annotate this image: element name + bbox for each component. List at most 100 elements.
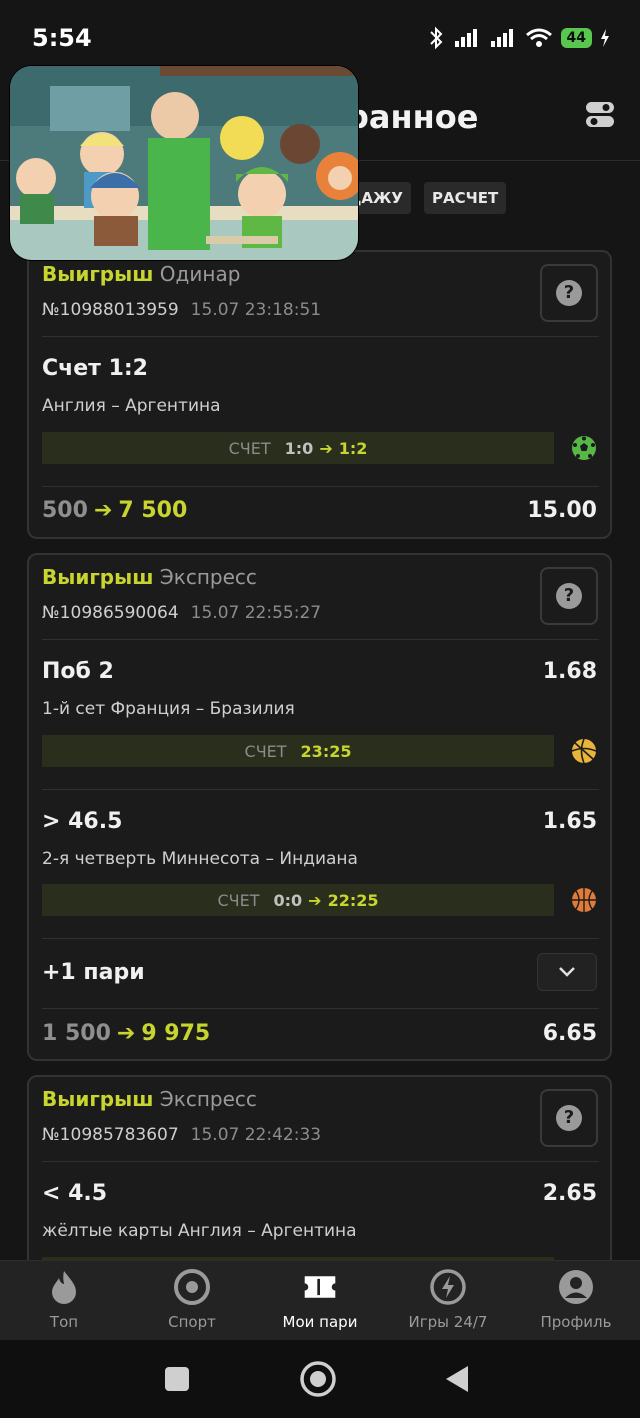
bet-card: Выигрыш Экспресс №10985783607 15.07 22:42… <box>27 1075 612 1289</box>
volleyball-icon <box>571 738 597 764</box>
help-button[interactable]: ? <box>540 264 598 322</box>
pick-title: < 4.5 <box>42 1181 108 1206</box>
payout-amount: 7 500 <box>118 498 188 523</box>
wifi-icon <box>525 28 552 47</box>
score-after: 22:25 <box>327 890 379 910</box>
bet-card: Выигрыш Экспресс №10986590064 15.07 22:55… <box>27 553 612 1061</box>
help-icon: ? <box>556 1105 582 1131</box>
pick-odds: 1.68 <box>542 659 597 684</box>
battery-level: 44 <box>560 28 592 48</box>
score-before: 1:0 <box>284 438 314 458</box>
bet-result: Выигрыш <box>42 1087 154 1111</box>
divider <box>42 336 599 337</box>
score-after: 1:2 <box>338 438 368 458</box>
arrow-icon: ➔ <box>319 438 333 458</box>
pick-title: > 46.5 <box>42 809 123 834</box>
bet-id-row: №10988013959 15.07 23:18:51 <box>42 300 600 320</box>
nav-label: Игры 24/7 <box>408 1313 488 1331</box>
help-button[interactable]: ? <box>540 567 598 625</box>
status-time: 5:54 <box>32 24 92 52</box>
system-nav-bar <box>0 1340 640 1418</box>
bet-datetime: 15.07 22:55:27 <box>190 603 322 623</box>
bet-number: №10988013959 <box>42 300 179 320</box>
nav-item-my-bets[interactable]: Мои пари <box>256 1261 384 1341</box>
bet-result: Выигрыш <box>42 565 154 589</box>
score-before: 0:0 <box>273 890 303 910</box>
stake-amount: 500 <box>42 498 88 523</box>
signal-icon <box>454 29 477 47</box>
more-picks-label[interactable]: +1 пари <box>42 960 145 985</box>
divider <box>42 639 599 640</box>
recents-icon[interactable] <box>164 1366 190 1392</box>
pick-match: жёлтые карты Англия – Аргентина <box>42 1221 357 1241</box>
flame-icon <box>46 1269 82 1305</box>
bet-status: Выигрыш Экспресс <box>42 565 600 589</box>
video-frame <box>10 66 358 260</box>
bet-id-row: №10985783607 15.07 22:42:33 <box>42 1125 600 1145</box>
score-after: 23:25 <box>300 741 352 761</box>
pick-odds: 2.65 <box>542 1181 597 1206</box>
bet-number: №10985783607 <box>42 1125 179 1145</box>
page-title: ранное <box>346 98 479 136</box>
arrow-icon: ➔ <box>308 890 322 910</box>
score-bar: СЧЕТ 23:25 <box>42 735 554 767</box>
nav-item-top[interactable]: Топ <box>0 1261 128 1341</box>
filter-chip-settled[interactable]: РАСЧЕТ <box>424 182 507 214</box>
stake-row: 1 500 ➔ 9 975 <box>42 1021 210 1046</box>
bluetooth-icon <box>429 26 442 50</box>
nav-label: Мои пари <box>282 1313 358 1331</box>
divider <box>42 1008 599 1009</box>
arrow-icon: ➔ <box>116 1021 136 1046</box>
bet-card: Выигрыш Одинар №10988013959 15.07 23:18:5… <box>27 250 612 539</box>
pick-match: 1-й сет Франция – Бразилия <box>42 699 295 719</box>
pick-match: Англия – Аргентина <box>42 396 221 416</box>
bottom-nav: Топ Спорт Мои пари Игры 24/7 Профиль <box>0 1260 640 1341</box>
nav-label: Спорт <box>168 1313 216 1331</box>
bet-type: Экспресс <box>159 565 257 589</box>
chevron-down-icon <box>559 967 575 977</box>
ticket-icon <box>302 1269 338 1305</box>
nav-item-profile[interactable]: Профиль <box>512 1261 640 1341</box>
help-icon: ? <box>556 583 582 609</box>
bet-type: Одинар <box>159 262 241 286</box>
status-icons: 44 <box>427 26 610 50</box>
bet-number: №10986590064 <box>42 603 179 623</box>
charging-icon <box>601 29 609 47</box>
divider <box>42 486 599 487</box>
signal-icon-2 <box>490 29 513 47</box>
nav-item-sport[interactable]: Спорт <box>128 1261 256 1341</box>
basketball-icon <box>572 888 596 912</box>
arrow-icon: ➔ <box>93 498 113 523</box>
bet-datetime: 15.07 22:42:33 <box>190 1125 322 1145</box>
help-icon: ? <box>556 280 582 306</box>
lightning-icon <box>430 1269 466 1305</box>
nav-label: Профиль <box>540 1313 612 1331</box>
nav-label: Топ <box>49 1313 79 1331</box>
picture-in-picture-video[interactable] <box>10 66 358 260</box>
nav-item-games[interactable]: Игры 24/7 <box>384 1261 512 1341</box>
score-bar: СЧЕТ 0:0 ➔ 22:25 <box>42 884 554 916</box>
total-odds: 15.00 <box>527 498 597 523</box>
bet-datetime: 15.07 23:18:51 <box>190 300 322 320</box>
bet-status: Выигрыш Экспресс <box>42 1087 600 1111</box>
pick-title: Поб 2 <box>42 659 114 684</box>
back-icon[interactable] <box>442 1364 470 1394</box>
stake-amount: 1 500 <box>42 1021 111 1046</box>
bet-id-row: №10986590064 15.07 22:55:27 <box>42 603 600 623</box>
settings-toggle-icon[interactable] <box>584 98 616 130</box>
bet-status: Выигрыш Одинар <box>42 262 600 286</box>
divider <box>42 1161 599 1162</box>
divider <box>42 938 599 939</box>
pick-odds: 1.65 <box>542 809 597 834</box>
home-icon[interactable] <box>299 1360 337 1398</box>
stake-row: 500 ➔ 7 500 <box>42 498 187 523</box>
score-bar: СЧЕТ 1:0 ➔ 1:2 <box>42 432 554 464</box>
bet-result: Выигрыш <box>42 262 154 286</box>
payout-amount: 9 975 <box>141 1021 211 1046</box>
score-label: СЧЕТ <box>228 438 271 458</box>
expand-button[interactable] <box>537 953 597 991</box>
total-odds: 6.65 <box>542 1021 597 1046</box>
pick-match: 2-я четверть Миннесота – Индиана <box>42 849 358 869</box>
help-button[interactable]: ? <box>540 1089 598 1147</box>
football-icon <box>572 436 596 460</box>
